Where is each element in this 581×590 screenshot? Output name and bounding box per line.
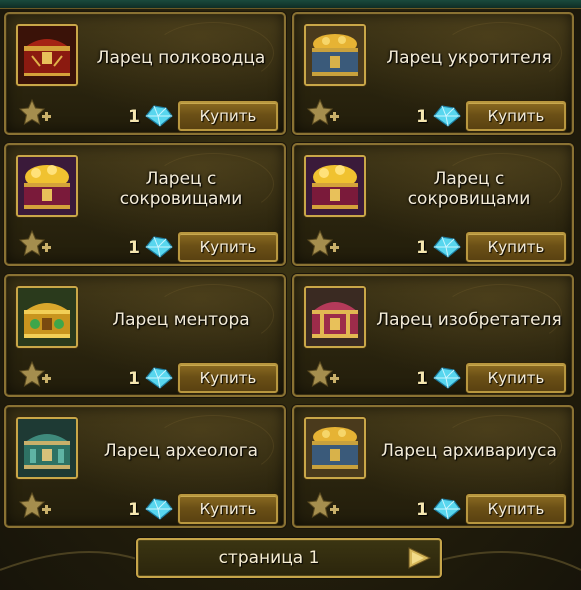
star-plus-icon[interactable] (306, 229, 340, 259)
star-plus-icon[interactable] (306, 98, 340, 128)
shop-item-card: Ларец с сокровищами 1 Купить (4, 143, 286, 266)
pagination: страница 1 (136, 538, 442, 578)
red-gold-chest-icon[interactable] (16, 24, 78, 86)
gem-icon (430, 364, 462, 390)
item-price: 1 (128, 107, 140, 127)
item-price: 1 (416, 107, 428, 127)
buy-button[interactable]: Купить (178, 363, 278, 393)
gem-icon (142, 102, 174, 128)
item-title: Ларец ментора (112, 310, 250, 330)
star-plus-icon[interactable] (18, 491, 52, 521)
item-price: 1 (128, 369, 140, 389)
teal-chest-icon[interactable] (16, 417, 78, 479)
shop-item-card: Ларец ментора 1 Купить (4, 274, 286, 397)
star-plus-icon[interactable] (18, 360, 52, 390)
gem-icon (430, 102, 462, 128)
buy-button[interactable]: Купить (466, 363, 566, 393)
buy-button[interactable]: Купить (466, 232, 566, 262)
gem-icon (142, 364, 174, 390)
buy-button[interactable]: Купить (178, 494, 278, 524)
gem-icon (142, 233, 174, 259)
gem-icon (142, 495, 174, 521)
item-price: 1 (128, 238, 140, 258)
shop-item-card: Ларец полководца 1 Купить (4, 12, 286, 135)
shop-item-card: Ларец археолога 1 Купить (4, 405, 286, 528)
purple-gold-treasure-chest-icon[interactable] (16, 155, 78, 217)
shop-item-card: Ларец изобретателя 1 Купить (292, 274, 574, 397)
item-title: Ларец с сокровищами (119, 169, 243, 209)
star-plus-icon[interactable] (306, 360, 340, 390)
item-price: 1 (416, 369, 428, 389)
star-plus-icon[interactable] (18, 229, 52, 259)
page-label: страница 1 (218, 548, 320, 568)
item-title: Ларец полководца (96, 48, 266, 68)
item-title: Ларец архивариуса (381, 441, 557, 461)
star-plus-icon[interactable] (306, 491, 340, 521)
next-page-arrow-icon[interactable] (406, 546, 432, 570)
item-price: 1 (416, 238, 428, 258)
gold-green-chest-icon[interactable] (16, 286, 78, 348)
item-price: 1 (416, 500, 428, 520)
star-plus-icon[interactable] (18, 98, 52, 128)
item-price: 1 (128, 500, 140, 520)
buy-button[interactable]: Купить (178, 101, 278, 131)
item-title: Ларец изобретателя (376, 310, 562, 330)
item-title: Ларец с сокровищами (407, 169, 531, 209)
shop-item-card: Ларец с сокровищами 1 Купить (292, 143, 574, 266)
buy-button[interactable]: Купить (466, 101, 566, 131)
blue-gold-treasure-chest-icon[interactable] (304, 417, 366, 479)
buy-button[interactable]: Купить (466, 494, 566, 524)
shop-item-card: Ларец архивариуса 1 Купить (292, 405, 574, 528)
gem-icon (430, 233, 462, 259)
chest-shop-grid: Ларец полководца 1 Купить Ларец укротите… (0, 8, 581, 530)
blue-gold-treasure-chest-icon[interactable] (304, 24, 366, 86)
gem-icon (430, 495, 462, 521)
item-title: Ларец археолога (103, 441, 259, 461)
purple-gold-treasure-chest-icon[interactable] (304, 155, 366, 217)
shop-item-card: Ларец укротителя 1 Купить (292, 12, 574, 135)
item-title: Ларец укротителя (386, 48, 552, 68)
buy-button[interactable]: Купить (178, 232, 278, 262)
pink-gold-chest-icon[interactable] (304, 286, 366, 348)
